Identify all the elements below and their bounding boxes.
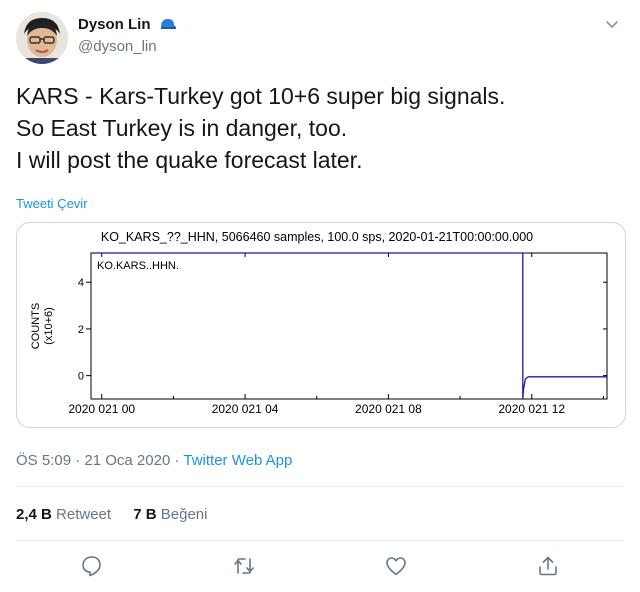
like-count-label: Beğeni bbox=[160, 506, 208, 523]
y-tick-label: 4 bbox=[78, 277, 84, 289]
trace-label: KO.KARS..HHN. bbox=[97, 260, 179, 272]
x-tick-label: 2020 021 12 bbox=[498, 402, 565, 416]
retweet-icon[interactable] bbox=[232, 554, 258, 580]
divider bbox=[16, 486, 624, 487]
heart-icon[interactable] bbox=[384, 554, 410, 580]
translate-tweet-link[interactable]: Tweeti Çevir bbox=[16, 196, 88, 211]
x-tick-label: 2020 021 04 bbox=[212, 402, 279, 416]
chevron-down-icon[interactable] bbox=[604, 16, 620, 32]
divider bbox=[16, 540, 624, 541]
blue-cap-icon bbox=[159, 17, 177, 35]
like-count-value: 7 B bbox=[133, 506, 157, 523]
like-count[interactable]: 7 B Beğeni bbox=[133, 506, 207, 523]
y-axis-label-line2: (x10+6) bbox=[43, 307, 55, 345]
avatar-photo bbox=[16, 12, 68, 64]
tweet-line: KARS - Kars-Turkey got 10+6 super big si… bbox=[16, 83, 506, 109]
tweet-time[interactable]: ÖS 5:09 bbox=[16, 452, 71, 469]
x-tick-label: 2020 021 08 bbox=[355, 402, 422, 416]
seismic-trace bbox=[91, 252, 607, 400]
tweet-meta: ÖS 5:09 · 21 Oca 2020 · Twitter Web App bbox=[16, 452, 292, 469]
chart-title: KO_KARS_??_HHN, 5066460 samples, 100.0 s… bbox=[101, 230, 533, 244]
seismogram-chart: KO_KARS_??_HHN, 5066460 samples, 100.0 s… bbox=[30, 230, 608, 416]
tweet-line: I will post the quake forecast later. bbox=[16, 147, 363, 173]
x-tick-label: 2020 021 00 bbox=[68, 402, 135, 416]
tweet-date[interactable]: 21 Oca 2020 bbox=[84, 452, 170, 469]
meta-separator: · bbox=[75, 452, 81, 469]
reply-icon[interactable] bbox=[80, 554, 106, 580]
retweet-count-value: 2,4 B bbox=[16, 506, 52, 523]
tweet-line: So East Turkey is in danger, too. bbox=[16, 115, 348, 141]
author-handle[interactable]: @dyson_lin bbox=[78, 38, 157, 55]
action-bar bbox=[0, 554, 640, 580]
avatar[interactable] bbox=[16, 12, 68, 64]
media-card[interactable]: KO_KARS_??_HHN, 5066460 samples, 100.0 s… bbox=[16, 222, 626, 428]
tweet-stats: 2,4 B Retweet 7 B Beğeni bbox=[16, 506, 225, 523]
author-name-text: Dyson Lin bbox=[78, 16, 151, 33]
share-icon[interactable] bbox=[536, 554, 562, 580]
y-tick-label: 2 bbox=[78, 324, 84, 336]
meta-separator: · bbox=[174, 452, 180, 469]
tweet-text: KARS - Kars-Turkey got 10+6 super big si… bbox=[16, 80, 616, 176]
retweet-count-label: Retweet bbox=[56, 506, 112, 523]
author-name[interactable]: Dyson Lin bbox=[78, 16, 177, 35]
y-axis-label-line1: COUNTS bbox=[30, 303, 42, 349]
retweet-count[interactable]: 2,4 B Retweet bbox=[16, 506, 111, 523]
y-tick-label: 0 bbox=[78, 371, 84, 383]
source-app-link[interactable]: Twitter Web App bbox=[183, 452, 292, 469]
